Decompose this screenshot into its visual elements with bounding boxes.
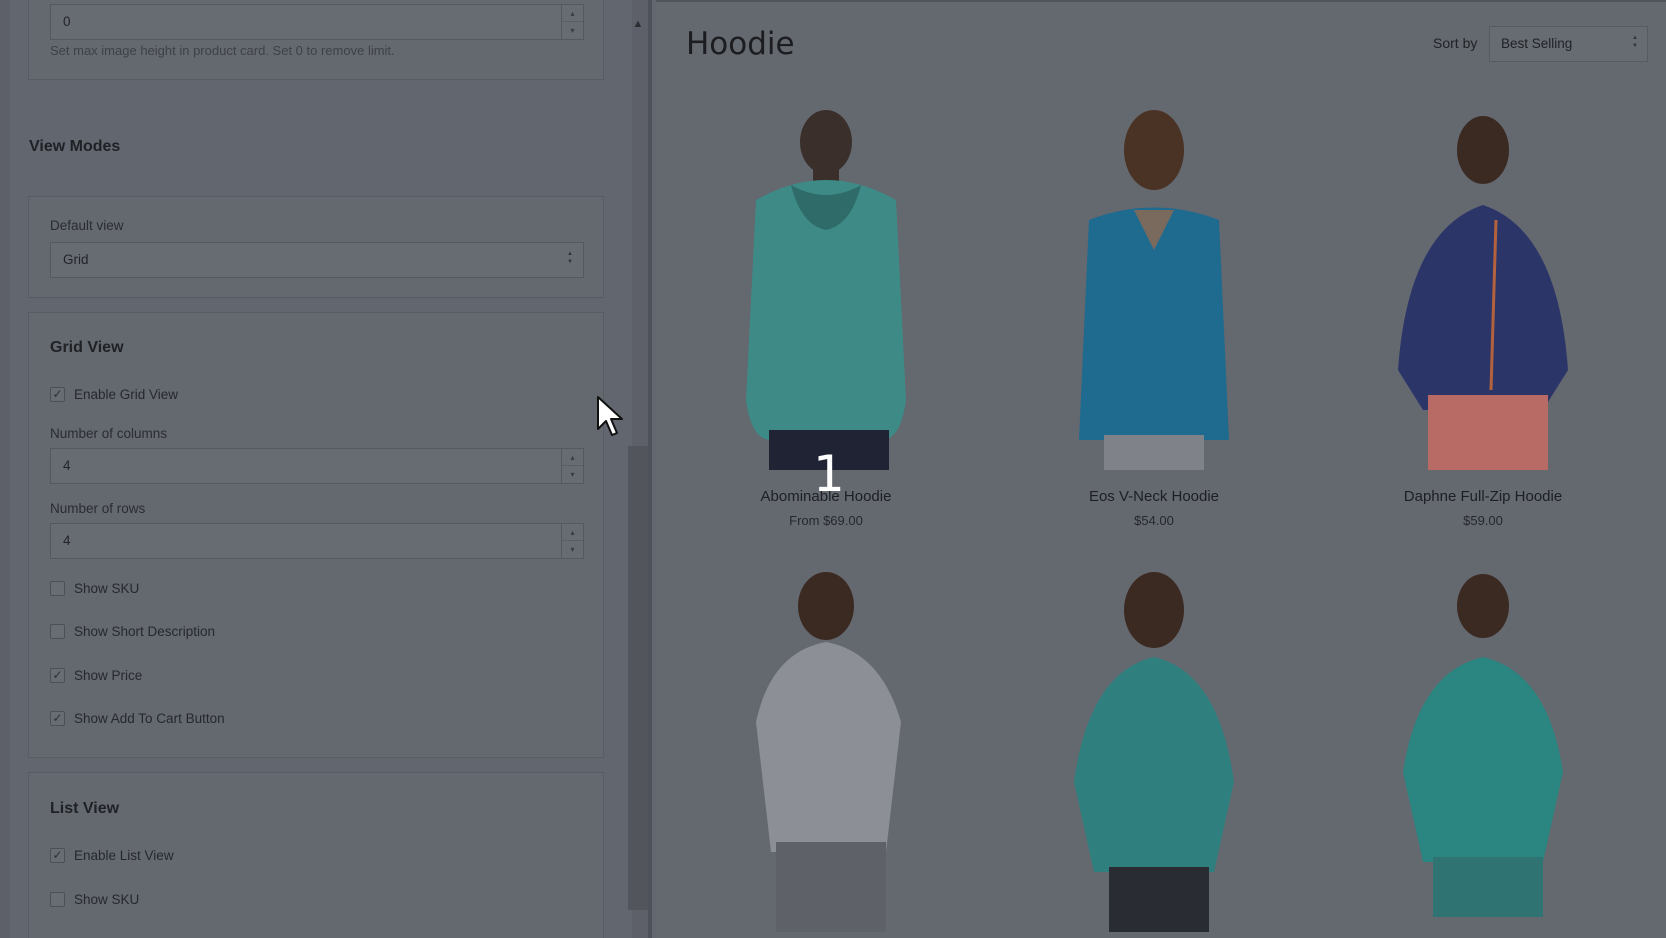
select-arrows-icon: ▲ ▼ — [1632, 27, 1638, 50]
check-icon[interactable]: ✓ — [50, 711, 65, 726]
page-title: Hoodie — [686, 26, 795, 62]
hoodie-body — [1074, 657, 1234, 872]
step-up-icon[interactable]: ▴ — [562, 449, 583, 466]
sort-by-value: Best Selling — [1501, 36, 1573, 51]
number-of-columns-stepper[interactable]: ▴ ▾ — [561, 449, 583, 483]
hoodie-body — [1398, 205, 1568, 410]
sort-by-select[interactable]: Best Selling ▲ ▼ — [1489, 26, 1648, 62]
list-view-heading: List View — [50, 800, 120, 817]
number-of-columns-value: 4 — [63, 458, 71, 473]
chevron-down-icon: ▼ — [567, 259, 573, 265]
product-image[interactable] — [701, 110, 951, 470]
number-of-rows-input[interactable]: 4 ▴ ▾ — [50, 523, 584, 559]
step-down-icon[interactable]: ▾ — [562, 466, 583, 483]
enable-list-view-label: Enable List View — [74, 848, 174, 863]
default-view-value: Grid — [63, 252, 89, 267]
step-marker: 1 — [813, 445, 845, 503]
number-of-rows-stepper[interactable]: ▴ ▾ — [561, 524, 583, 558]
grid-view-heading: Grid View — [50, 339, 124, 356]
default-view-label: Default view — [50, 218, 124, 233]
grid-view-card: Grid View ✓ Enable Grid View Number of c… — [28, 312, 604, 758]
show-add-to-cart-label: Show Add To Cart Button — [74, 711, 225, 726]
chevron-up-icon: ▲ — [567, 251, 573, 257]
image-height-card: 0 ▴ ▾ Set max image height in product ca… — [28, 0, 604, 80]
checkbox-empty[interactable] — [50, 892, 65, 907]
max-image-height-stepper[interactable]: ▴ ▾ — [561, 5, 583, 39]
settings-panel: 0 ▴ ▾ Set max image height in product ca… — [0, 0, 652, 938]
product-price: From $69.00 — [789, 513, 863, 528]
product-image[interactable] — [1358, 110, 1608, 470]
show-price-label: Show Price — [74, 668, 143, 683]
product-image[interactable] — [701, 572, 951, 932]
storefront-preview: Hoodie Sort by Best Selling ▲ ▼ Abominab… — [656, 0, 1666, 938]
select-arrows-icon: ▲ ▼ — [567, 243, 573, 266]
product-name[interactable]: Daphne Full-Zip Hoodie — [1318, 488, 1648, 505]
list-show-sku-label: Show SKU — [74, 892, 140, 907]
mouse-cursor-icon — [597, 396, 623, 436]
view-modes-heading: View Modes — [29, 138, 121, 155]
chevron-down-icon: ▼ — [1632, 43, 1638, 49]
product-price: $54.00 — [1134, 513, 1174, 528]
settings-scrollbar[interactable]: ▲ — [628, 14, 648, 929]
check-icon[interactable]: ✓ — [50, 387, 65, 402]
check-icon[interactable]: ✓ — [50, 848, 65, 863]
step-up-icon[interactable]: ▴ — [562, 524, 583, 541]
checkbox-empty[interactable] — [50, 581, 65, 596]
product-image[interactable] — [1029, 110, 1279, 470]
product-name[interactable]: Eos V-Neck Hoodie — [989, 488, 1319, 505]
product-image[interactable] — [1029, 572, 1279, 932]
view-modes-card: Default view Grid ▲ ▼ — [28, 196, 604, 298]
step-down-icon[interactable]: ▾ — [562, 541, 583, 558]
max-image-height-input[interactable]: 0 ▴ ▾ — [50, 4, 584, 40]
number-of-rows-value: 4 — [63, 533, 71, 548]
number-of-columns-label: Number of columns — [50, 426, 168, 441]
default-view-select[interactable]: Grid ▲ ▼ — [50, 242, 584, 278]
number-of-columns-input[interactable]: 4 ▴ ▾ — [50, 448, 584, 484]
enable-grid-view-label: Enable Grid View — [74, 387, 179, 402]
chevron-up-icon: ▲ — [1632, 35, 1638, 41]
max-image-height-help: Set max image height in product card. Se… — [50, 43, 395, 58]
step-up-icon[interactable]: ▴ — [562, 5, 583, 22]
settings-scroll-area: 0 ▴ ▾ Set max image height in product ca… — [10, 0, 632, 938]
hoodie-body — [756, 642, 901, 852]
sort-by-label: Sort by — [1433, 35, 1478, 51]
check-icon[interactable]: ✓ — [50, 668, 65, 683]
checkbox-empty[interactable] — [50, 624, 65, 639]
step-down-icon[interactable]: ▾ — [562, 22, 583, 39]
show-short-description-label: Show Short Description — [74, 624, 216, 639]
max-image-height-value: 0 — [63, 14, 71, 29]
product-price: $59.00 — [1463, 513, 1503, 528]
show-sku-label: Show SKU — [74, 581, 140, 596]
hoodie-body — [1403, 657, 1563, 862]
scrollbar-thumb[interactable] — [628, 446, 648, 910]
product-image[interactable] — [1358, 572, 1608, 932]
scroll-up-icon[interactable]: ▲ — [631, 19, 645, 30]
number-of-rows-label: Number of rows — [50, 501, 146, 516]
list-view-card: List View ✓ Enable List View Show SKU — [28, 772, 604, 938]
